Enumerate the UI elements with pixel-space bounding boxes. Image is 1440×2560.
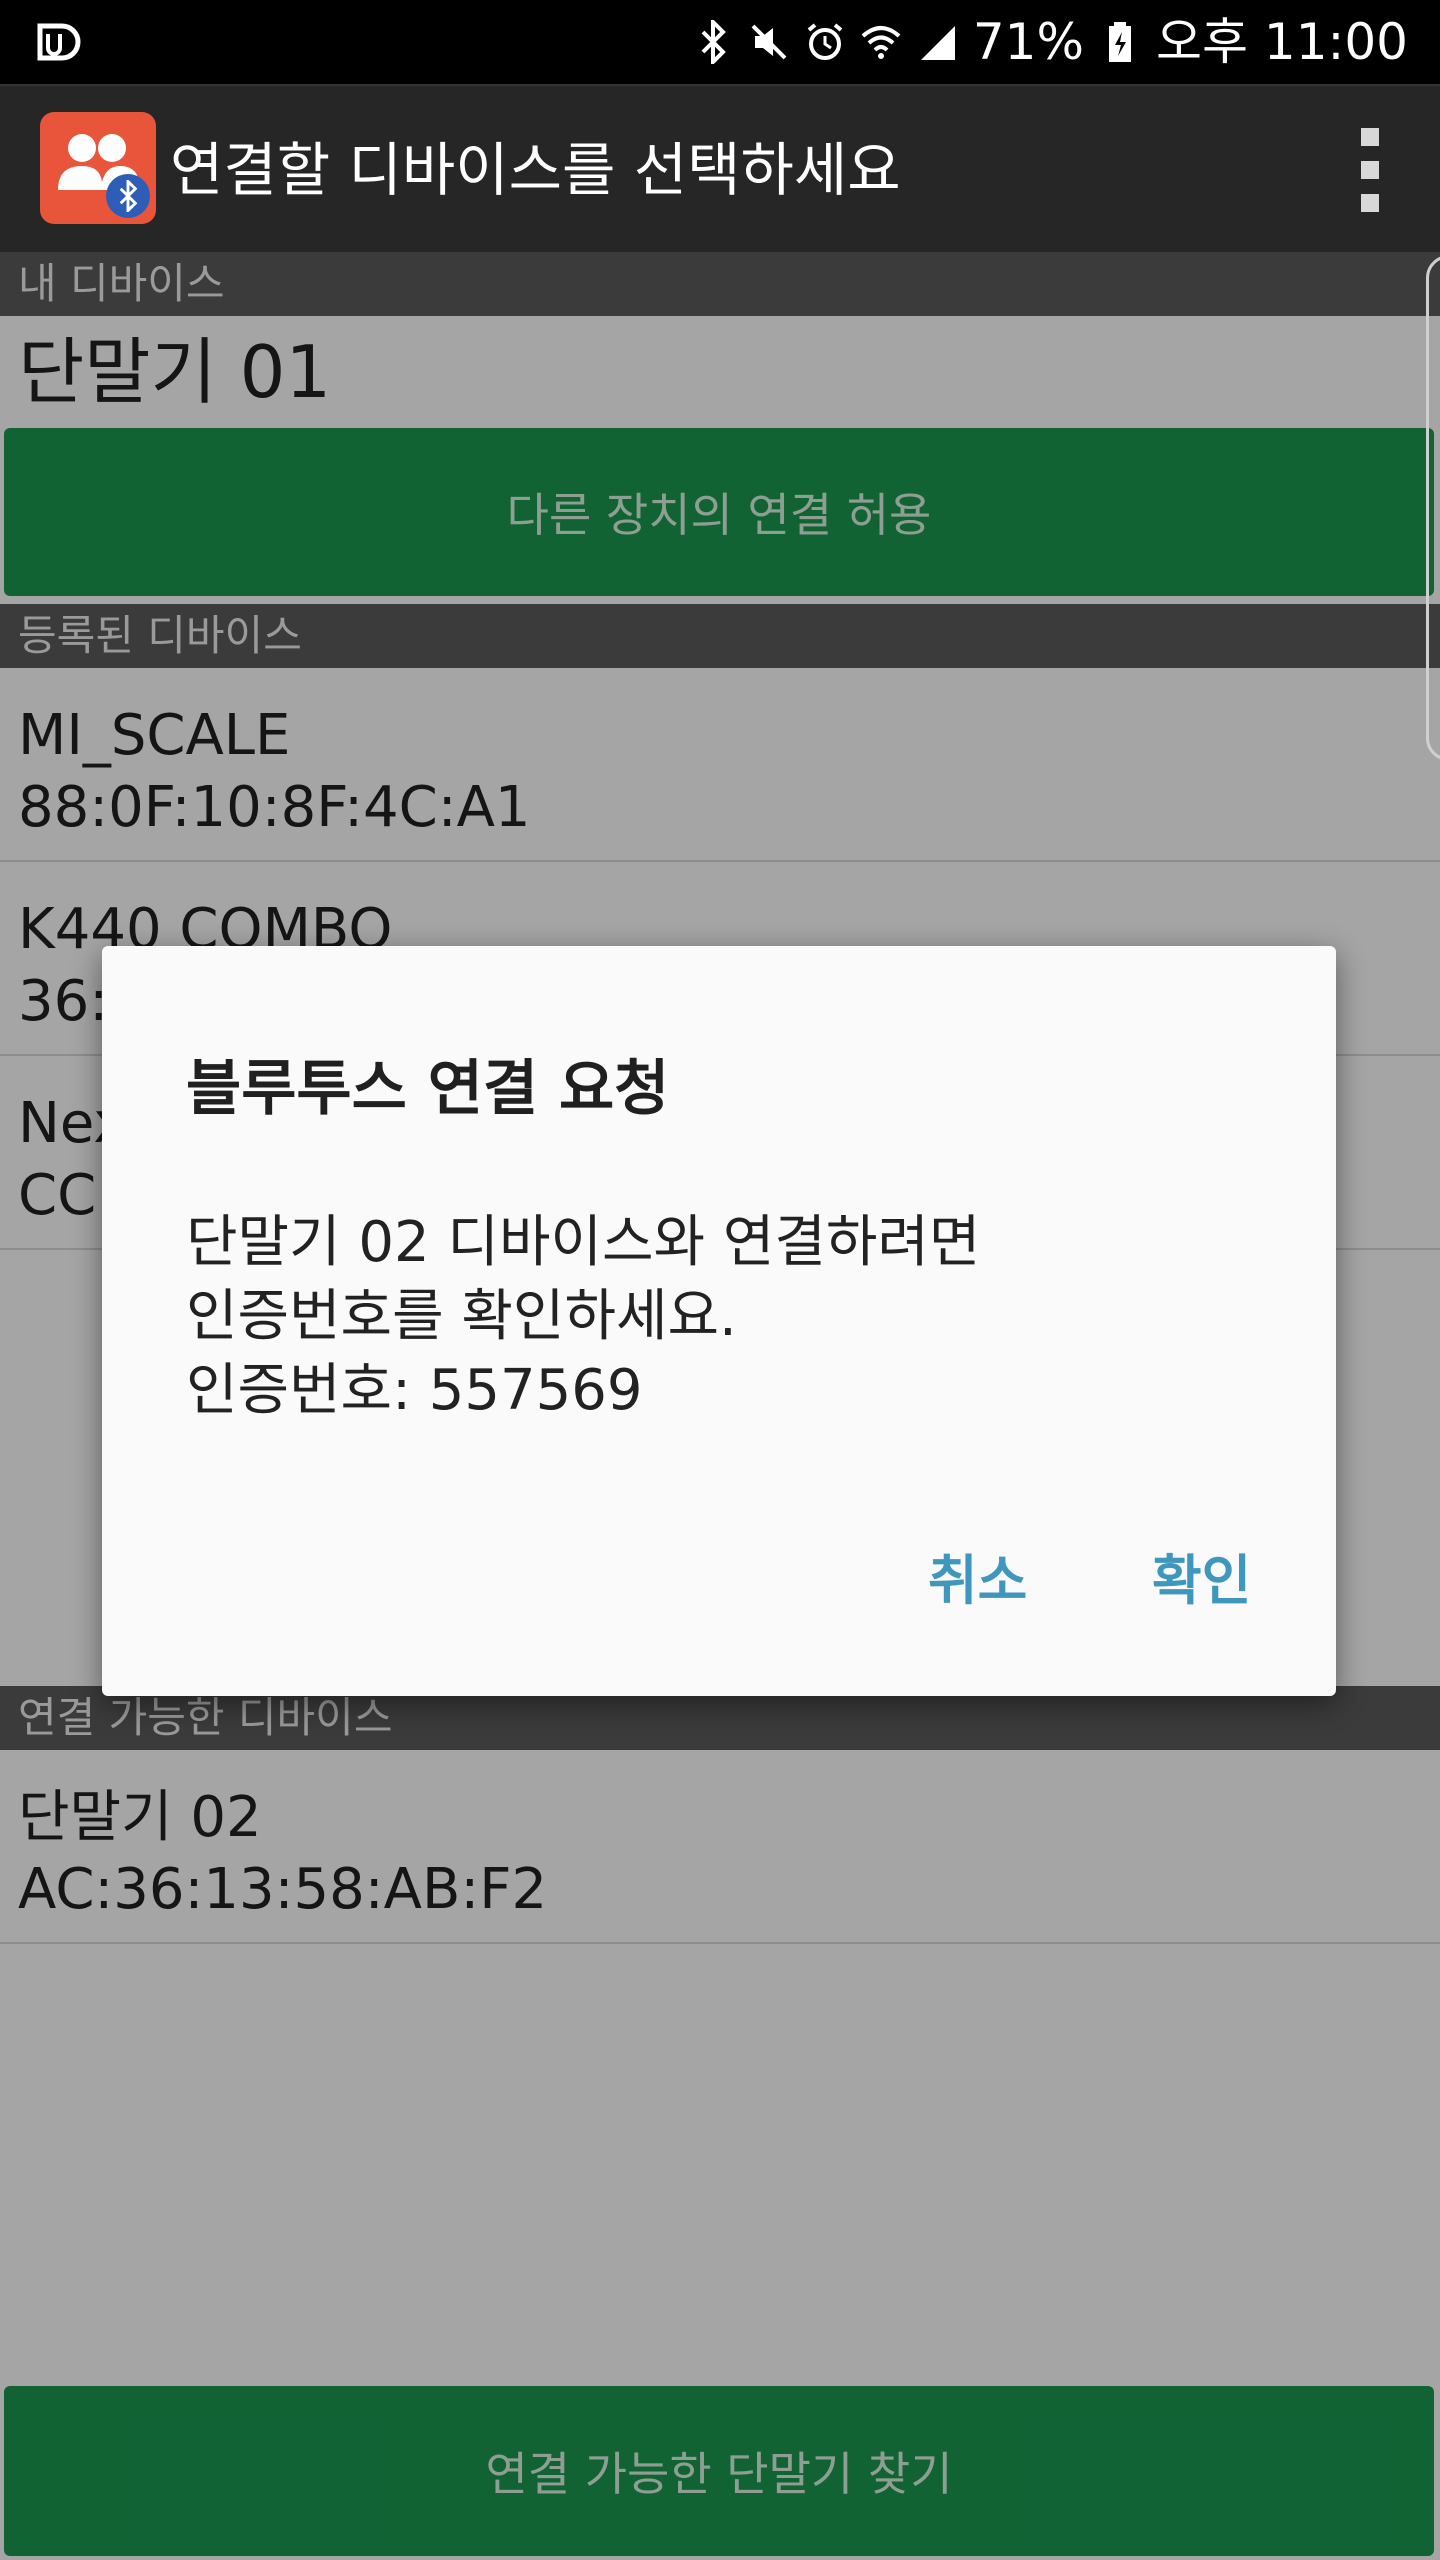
clock: 오후 11:00: [1156, 13, 1408, 71]
dialog-message: 단말기 02 디바이스와 연결하려면 인증번호를 확인하세요. 인증번호: 55…: [186, 1206, 980, 1428]
status-bar: 71% 오후 11:00: [0, 0, 1440, 84]
battery-percent: 71%: [972, 13, 1084, 71]
cancel-button[interactable]: 취소: [928, 1536, 1027, 1615]
wifi-icon: [861, 20, 901, 64]
confirm-button[interactable]: 확인: [1152, 1536, 1251, 1615]
overflow-menu-icon[interactable]: [1340, 128, 1400, 212]
bluetooth-users-app-icon: [40, 112, 156, 224]
bluetooth-badge-icon: [106, 174, 150, 218]
dialog-message-line: 인증번호를 확인하세요.: [186, 1284, 737, 1349]
edge-panel-handle[interactable]: [1426, 255, 1440, 761]
dialog-title: 블루투스 연결 요청: [186, 1054, 670, 1124]
app-bar: 연결할 디바이스를 선택하세요: [0, 84, 1440, 254]
pairing-code: 인증번호: 557569: [186, 1358, 643, 1423]
page-title: 연결할 디바이스를 선택하세요: [170, 136, 901, 204]
battery-charging-icon: [1100, 20, 1140, 64]
app-notification-icon: [32, 20, 82, 64]
bluetooth-icon: [693, 20, 733, 64]
bluetooth-pairing-dialog: 블루투스 연결 요청 단말기 02 디바이스와 연결하려면 인증번호를 확인하세…: [102, 946, 1336, 1696]
dialog-message-line: 단말기 02 디바이스와 연결하려면: [186, 1210, 981, 1275]
mute-icon: [749, 20, 789, 64]
alarm-icon: [805, 20, 845, 64]
signal-icon: [917, 20, 957, 64]
